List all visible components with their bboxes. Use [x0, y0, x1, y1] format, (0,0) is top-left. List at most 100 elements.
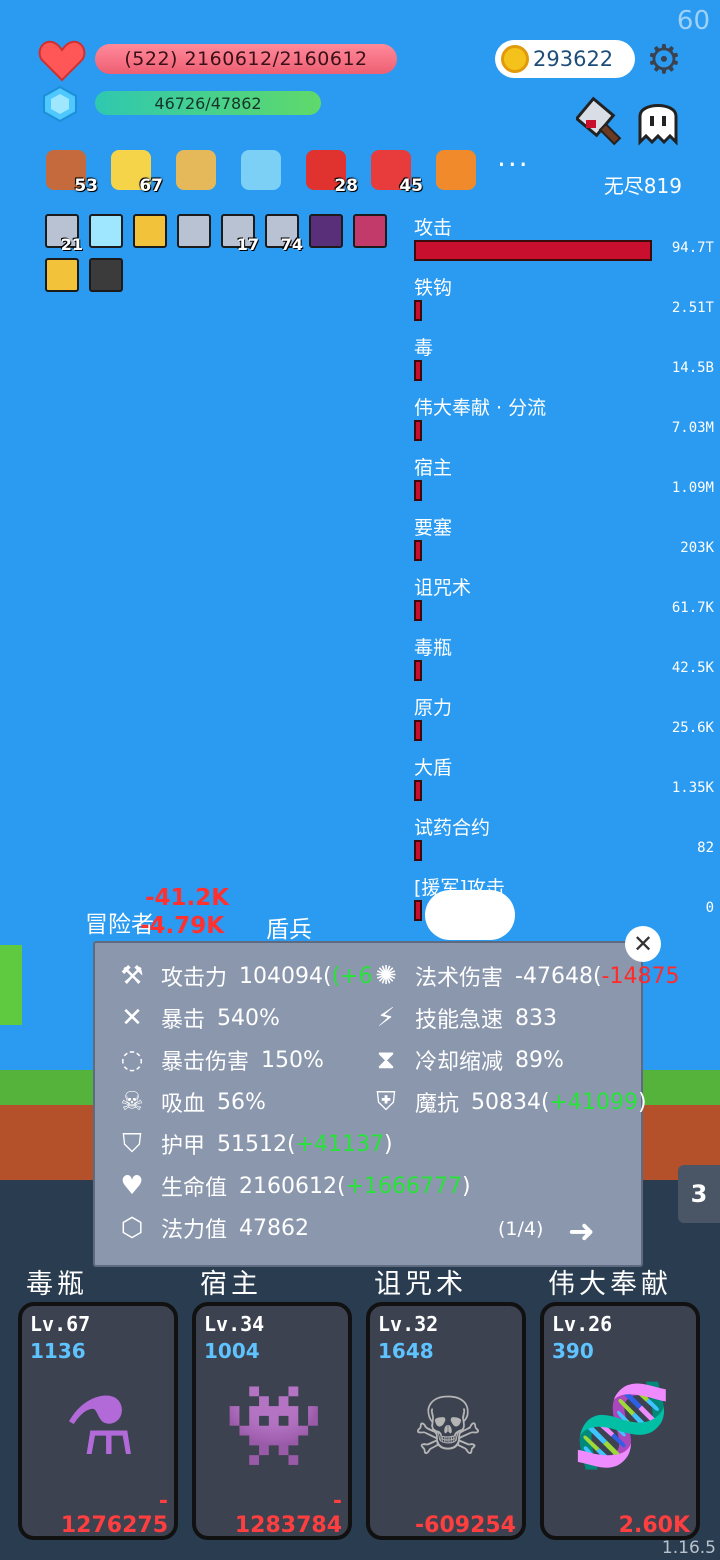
stat-lifesteal: ☠ 吸血 56%	[115, 1085, 266, 1119]
stat-bonus: +1666777	[345, 1173, 463, 1199]
buff-slot[interactable]	[237, 148, 285, 192]
stat-key: 魔抗	[415, 1092, 460, 1117]
mana-gem-icon	[43, 86, 77, 122]
item-count: 17	[236, 235, 259, 254]
buff-row: 53 67 28 45 ···	[42, 148, 530, 196]
skill-card[interactable]: Lv.26 390 🧬 2.60K	[540, 1302, 700, 1540]
stat-bonus: (+6	[331, 963, 373, 989]
damage-value: 94.7T	[671, 240, 714, 256]
cleaver-icon[interactable]	[576, 96, 630, 150]
more-buffs-button[interactable]: ···	[497, 148, 530, 192]
skill-level: Lv.26	[552, 1312, 613, 1336]
stat-key: 暴击伤害	[161, 1050, 250, 1075]
buff-slot[interactable]: 45	[367, 148, 423, 196]
damage-row: 诅咒术 61.7K	[412, 573, 717, 633]
hourglass-icon: ⧗	[376, 1044, 396, 1075]
stat-key: 吸血	[161, 1092, 206, 1117]
side-tab[interactable]: 3	[678, 1165, 720, 1223]
damage-row: 毒 14.5B	[412, 333, 717, 393]
heart-icon	[38, 40, 86, 82]
damage-bar	[414, 840, 422, 861]
damage-value: 82	[697, 840, 714, 856]
settings-gear-icon[interactable]: ⚙	[646, 40, 686, 80]
ghost-icon[interactable]	[634, 96, 682, 146]
damage-bar	[414, 660, 422, 681]
buff-slot[interactable]: 53	[42, 148, 98, 196]
lightbulb-icon[interactable]	[89, 214, 123, 248]
stat-crit-damage: ◌ 暴击伤害 150%	[115, 1043, 324, 1077]
skill-title: 宿主	[200, 1269, 262, 1300]
skill-card[interactable]: Lv.32 1648 ☠ -609254	[366, 1302, 526, 1540]
coin-icon	[501, 45, 529, 73]
rune-icon[interactable]	[353, 214, 387, 248]
next-page-arrow-icon[interactable]: ➜	[568, 1212, 595, 1250]
axe-icon: ⚒	[120, 961, 144, 991]
dna-icon: 🧬	[572, 1379, 672, 1472]
damage-bar	[414, 240, 652, 261]
buff-count: 45	[399, 176, 423, 196]
damage-value: 203K	[680, 540, 714, 556]
buff-slot[interactable]	[432, 148, 480, 192]
tree	[0, 945, 22, 1025]
stat-value: 150%	[261, 1047, 324, 1073]
damage-label: 伟大奉献 · 分流	[414, 397, 547, 419]
damage-value: 1.09M	[671, 480, 714, 496]
gem-outline-icon: ⬡	[120, 1213, 144, 1243]
stat-paren-close: )	[638, 1089, 647, 1115]
damage-bar	[414, 420, 422, 441]
skill-level: Lv.34	[204, 1312, 265, 1336]
stat-armor: ⛉ 护甲 51512(+41137)	[115, 1127, 393, 1161]
stat-hp: ♥ 生命值 2160612(+1666777)	[115, 1169, 471, 1203]
sword-icon[interactable]: 17	[221, 214, 259, 254]
shield-soldier-label: 盾兵	[266, 917, 312, 943]
armor-icon[interactable]	[45, 258, 79, 292]
scroll-icon	[176, 150, 216, 190]
stat-value: 540%	[217, 1005, 280, 1031]
stat-paren-open: (	[323, 963, 332, 989]
crossed-swords-icon: ✕	[121, 1003, 143, 1033]
buff-slot[interactable]: 67	[107, 148, 163, 196]
mp-bar: 46726/47862	[95, 91, 321, 115]
damage-row: 伟大奉献 · 分流 7.03M	[412, 393, 717, 453]
stat-value: 104094	[239, 963, 323, 989]
endless-wave-label: 无尽819	[603, 174, 682, 198]
damage-value: 25.6K	[671, 720, 714, 736]
damage-bar	[414, 480, 422, 501]
stat-bonus: -14875	[601, 963, 680, 989]
buff-slot[interactable]: 28	[302, 148, 358, 196]
stat-paren-open: (	[287, 1131, 296, 1157]
skill-card[interactable]: Lv.34 1004 👾 -1283784	[192, 1302, 352, 1540]
skill-damage-sign: -	[332, 1489, 342, 1514]
shield-icon: ⛉	[122, 1128, 142, 1159]
demon-icon[interactable]	[309, 214, 343, 248]
damage-value: 1.35K	[671, 780, 714, 796]
damage-breakdown: 攻击 94.7T 铁钩 2.51T 毒 14.5B 伟大奉献 · 分流 7.03M 宿主 1.09…	[412, 213, 717, 933]
close-button[interactable]: ✕	[625, 926, 661, 962]
damage-label: 宿主	[414, 457, 453, 479]
damage-value: 7.03M	[671, 420, 714, 436]
stat-key: 冷却缩减	[415, 1050, 504, 1075]
dark-armor-icon[interactable]	[89, 258, 123, 292]
damage-label: 攻击	[414, 217, 453, 239]
coin-counter[interactable]: 293622	[495, 40, 635, 78]
skill-cost: 1648	[378, 1339, 434, 1363]
skill-damage-value: -609254	[415, 1513, 516, 1538]
item-grid: 21 17 74	[45, 214, 405, 292]
stat-attack: ⚒ 攻击力 104094 ((+6	[115, 959, 373, 993]
crit-ring-icon: ◌	[120, 1045, 144, 1075]
germ-host-icon: 👾	[224, 1379, 324, 1472]
stat-value: 50834	[471, 1089, 542, 1115]
buff-slot[interactable]	[172, 148, 220, 192]
skill-cost: 1004	[204, 1339, 260, 1363]
skill-damage: -1276275	[61, 1490, 168, 1537]
stat-paren-close: )	[462, 1173, 471, 1199]
armor-icon[interactable]	[133, 214, 167, 248]
sword-icon[interactable]: 74	[265, 214, 303, 254]
sword-icon[interactable]	[177, 214, 211, 248]
skill-card[interactable]: Lv.67 1136 ⚗ -1276275	[18, 1302, 178, 1540]
torch-icon	[436, 150, 476, 190]
stat-paren-close: )	[384, 1131, 393, 1157]
skill-level: Lv.67	[30, 1312, 91, 1336]
sword-icon[interactable]: 21	[45, 214, 83, 254]
mp-text: 46726/47862	[154, 93, 262, 113]
